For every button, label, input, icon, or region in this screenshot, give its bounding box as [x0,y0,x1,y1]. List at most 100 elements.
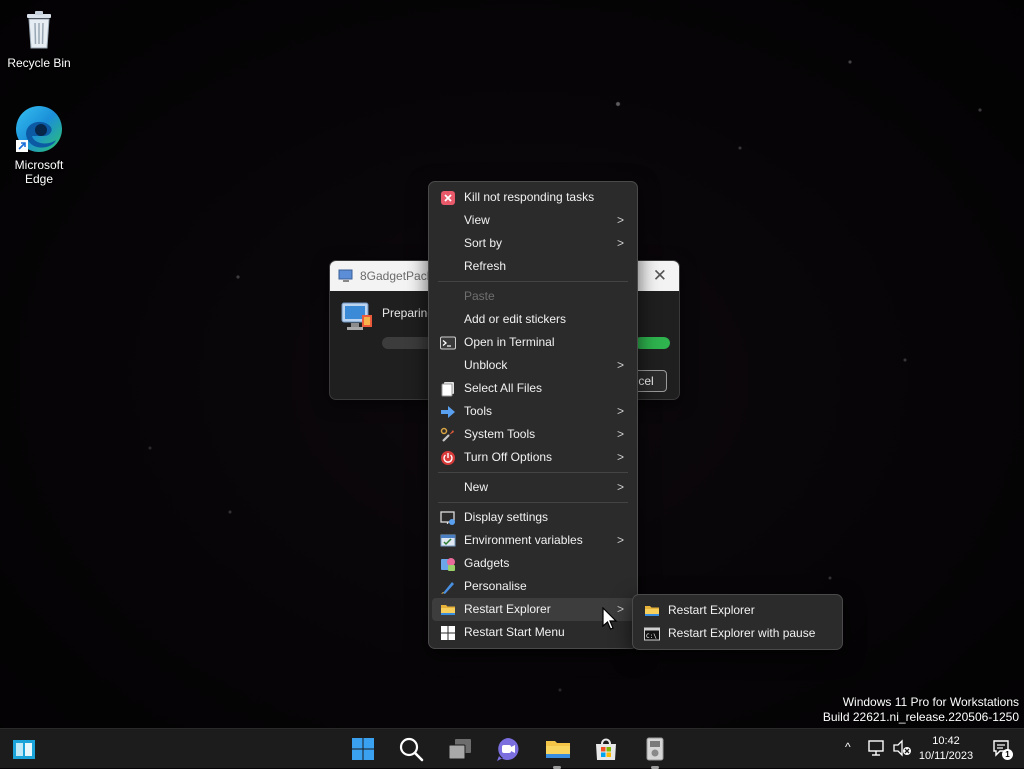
svg-text:C:\: C:\ [646,633,657,640]
menu-item-restart-explorer[interactable]: Restart Explorer [636,599,839,622]
menu-item-add-or-edit-stickers[interactable]: Add or edit stickers [432,308,634,331]
widgets-icon[interactable] [10,735,38,763]
menu-item-select-all-files[interactable]: Select All Files [432,377,634,400]
menu-separator [438,281,628,282]
edge-icon [16,106,62,152]
menu-item-view[interactable]: View > [432,209,634,232]
menu-item-label: Tools [464,404,493,418]
menu-item-personalise[interactable]: Personalise [432,575,634,598]
installer-icon [338,269,353,282]
menu-item-label: Sort by [464,236,503,250]
submenu-chevron-icon: > [616,533,624,547]
notification-count-badge: 1 [1002,749,1013,760]
submenu-chevron-icon: > [616,358,624,372]
menu-item-open-in-terminal[interactable]: Open in Terminal [432,331,634,354]
kill-tasks-icon [441,191,455,205]
desktop-icon-label: Microsoft Edge [14,158,64,186]
file-explorer-icon[interactable] [544,735,572,763]
menu-item-restart-explorer-with-pause[interactable]: C:\ Restart Explorer with pause [636,622,839,645]
desktop-icon-microsoft-edge[interactable]: Microsoft Edge [2,104,76,186]
watermark-edition: Windows 11 Pro for Workstations [842,695,1019,709]
menu-item-label: Add or edit stickers [464,312,567,326]
menu-item-display-settings[interactable]: Display settings [432,506,634,529]
menu-item-label: System Tools [464,427,536,441]
search-icon[interactable] [397,735,425,763]
submenu-chevron-icon: > [616,480,624,494]
teams-chat-icon[interactable] [494,735,522,763]
command-prompt-icon: C:\ [644,627,660,641]
menu-item-label: Personalise [464,579,527,593]
terminal-icon [440,336,456,350]
8gadgetpack-installer-icon[interactable] [641,735,669,763]
start-button-icon[interactable] [349,735,377,763]
taskbar-clock[interactable]: 10:42 10/11/2023 [912,734,980,764]
menu-item-label: Unblock [464,358,508,372]
desktop-icon-label: Recycle Bin [7,56,71,70]
menu-item-environment-variables[interactable]: Environment variables > [432,529,634,552]
menu-item-label: Refresh [464,259,507,273]
menu-item-unblock[interactable]: Unblock > [432,354,634,377]
menu-item-sort-by[interactable]: Sort by > [432,232,634,255]
watermark-build: Build 22621.ni_release.220506-1250 [822,710,1019,724]
setup-computer-icon [341,302,372,330]
menu-item-label: Restart Explorer [668,603,755,617]
environment-variables-icon [440,534,456,547]
mouse-cursor-icon [602,607,618,630]
menu-item-label: Select All Files [464,381,543,395]
network-icon[interactable] [866,739,886,757]
menu-item-label: Paste [464,289,495,303]
menu-item-label: Gadgets [464,556,510,570]
recycle-bin-icon [27,11,51,49]
clock-date: 10/11/2023 [918,750,974,762]
menu-item-new[interactable]: New > [432,476,634,499]
menu-item-kill-not-responding-tasks[interactable]: Kill not responding tasks [432,186,634,209]
menu-item-label: View [464,213,490,227]
menu-item-turn-off-options[interactable]: Turn Off Options > [432,446,634,469]
dialog-title: 8GadgetPack [360,269,433,283]
menu-item-system-tools[interactable]: System Tools > [432,423,634,446]
dialog-close-button[interactable]: ✕ [653,266,667,286]
menu-item-label: Kill not responding tasks [464,190,595,204]
desktop-background: Recycle Bin Microsoft Edge 8GadgetPack ✕… [0,0,1024,769]
menu-item-label: Environment variables [464,533,583,547]
microsoft-store-icon[interactable] [592,735,620,763]
menu-item-tools[interactable]: Tools > [432,400,634,423]
display-settings-icon [440,511,455,525]
submenu-chevron-icon: > [616,450,624,464]
taskbar: ^ 10:42 10/11/2023 1 [0,728,1024,769]
menu-separator [438,472,628,473]
task-view-icon[interactable] [446,735,474,763]
desktop-context-menu: Kill not responding tasks View > Sort by > Re… [428,181,638,649]
menu-item-label: Restart Start Menu [464,625,565,639]
menu-item-label: Open in Terminal [464,335,555,349]
power-icon [441,451,455,465]
folder-icon [441,605,455,615]
gadgets-icon [441,558,455,571]
restart-explorer-submenu: Restart Explorer C:\ Restart Explorer with… [632,594,843,650]
submenu-chevron-icon: > [616,602,624,616]
volume-muted-icon[interactable] [892,739,912,757]
desktop-icon-recycle-bin[interactable]: Recycle Bin [2,8,76,70]
menu-item-gadgets[interactable]: Gadgets [432,552,634,575]
install-status-text: Preparing [382,306,435,320]
system-tools-icon [440,427,454,442]
progress-fill [635,337,670,349]
submenu-chevron-icon: > [616,427,624,441]
menu-item-paste: Paste [432,285,634,308]
submenu-chevron-icon: > [616,404,624,418]
clock-time: 10:42 [932,735,960,747]
tools-arrow-icon [441,406,455,418]
menu-item-label: Restart Explorer with pause [668,626,816,640]
windows-logo-icon [441,626,455,640]
submenu-chevron-icon: > [616,236,624,250]
menu-item-label: Restart Explorer [464,602,551,616]
personalise-brush-icon [441,582,454,594]
menu-separator [438,502,628,503]
tray-overflow-chevron-icon[interactable]: ^ [845,740,851,754]
select-files-icon [441,382,454,397]
menu-item-label: Turn Off Options [464,450,553,464]
menu-item-label: New [464,480,489,494]
menu-item-refresh[interactable]: Refresh [432,255,634,278]
submenu-chevron-icon: > [616,213,624,227]
windows-build-watermark: Windows 11 Pro for Workstations Build 22… [823,695,1019,725]
